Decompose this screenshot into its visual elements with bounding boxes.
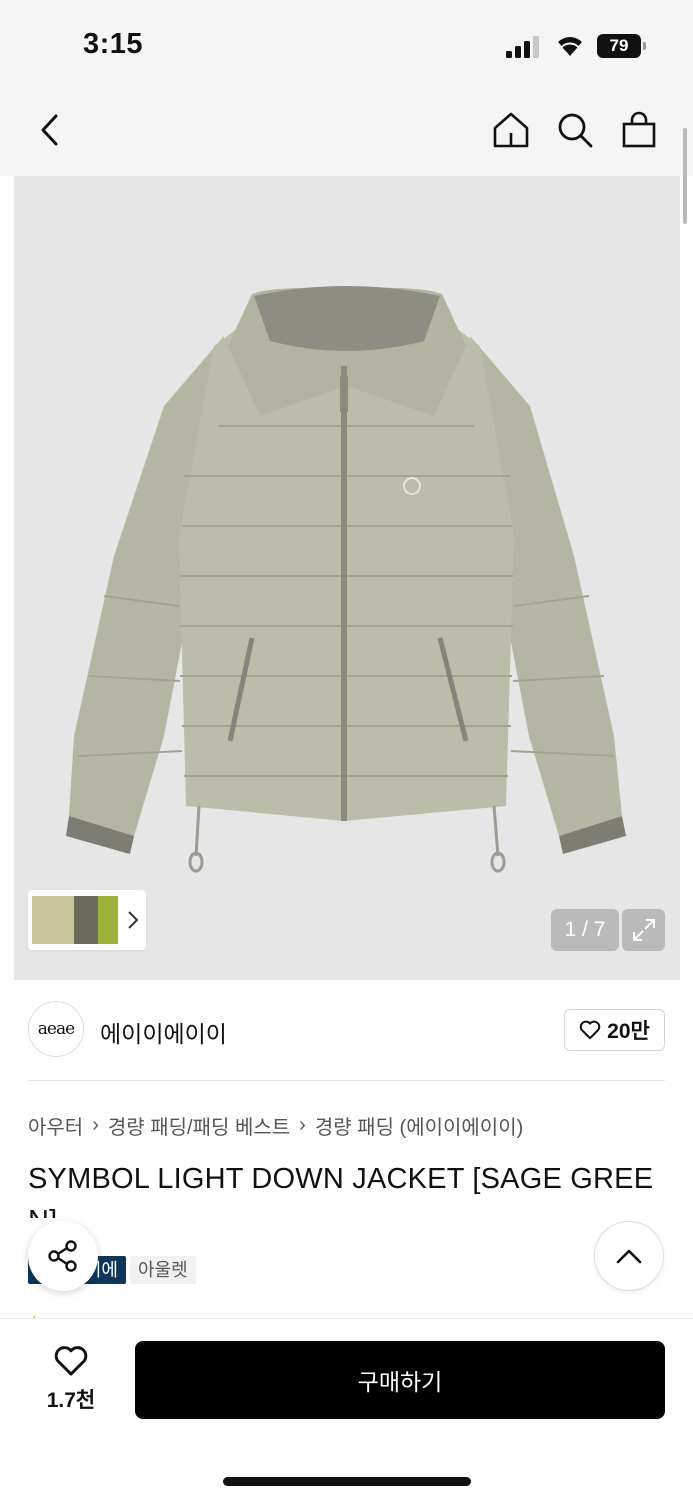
- share-icon: [48, 1240, 77, 1272]
- search-icon: [558, 113, 593, 148]
- home-indicator: [223, 1477, 471, 1486]
- breadcrumb: 아우터 › 경량 패딩/패딩 베스트 › 경량 패딩 (에이이에이이): [28, 1111, 523, 1140]
- breadcrumb-item-brand-category[interactable]: 경량 패딩 (에이이에이이): [315, 1111, 523, 1140]
- wish-button[interactable]: 1.7천: [36, 1345, 106, 1414]
- tag-outlet[interactable]: 아울렛: [130, 1256, 196, 1284]
- chevron-right-icon: [128, 911, 139, 929]
- image-page-indicator: 1 / 7: [551, 909, 619, 951]
- expand-icon: [632, 919, 655, 941]
- buy-button[interactable]: 구매하기: [135, 1341, 665, 1419]
- breadcrumb-item-light-padding[interactable]: 경량 패딩/패딩 베스트: [108, 1111, 290, 1140]
- brand-like-button[interactable]: 20만: [564, 1009, 665, 1051]
- breadcrumb-separator-icon: ›: [92, 1114, 99, 1136]
- scroll-to-top-button[interactable]: [594, 1221, 664, 1291]
- thumbnail-strip[interactable]: [28, 890, 146, 950]
- signal-icon: [506, 36, 539, 58]
- expand-button[interactable]: [622, 909, 665, 951]
- battery-level: 79: [597, 34, 641, 58]
- brand-like-count: 20만: [607, 1020, 650, 1043]
- top-nav: [0, 92, 693, 176]
- wish-count: 1.7천: [46, 1389, 96, 1412]
- scrollbar[interactable]: [683, 128, 687, 224]
- bottom-action-bar: 1.7천 구매하기: [0, 1318, 693, 1500]
- cart-button[interactable]: [619, 110, 659, 150]
- breadcrumb-separator-icon: ›: [299, 1114, 306, 1136]
- status-time: 3:15: [83, 28, 144, 60]
- thumbnail-2[interactable]: [74, 896, 98, 944]
- shopping-bag-icon: [622, 111, 656, 148]
- brand-name[interactable]: 에이이에이이: [100, 1015, 227, 1049]
- chevron-up-icon: [616, 1249, 642, 1264]
- search-button[interactable]: [555, 110, 595, 150]
- status-bar: 3:15 79: [0, 0, 693, 92]
- share-button[interactable]: [28, 1221, 98, 1291]
- brand-row[interactable]: aeae 에이이에이이 20만: [28, 1001, 665, 1059]
- heart-icon: [579, 1020, 601, 1040]
- product-image-gallery[interactable]: 1 / 7: [14, 176, 680, 980]
- product-image: [66, 286, 626, 873]
- product-title: SYMBOL LIGHT DOWN JACKET [SAGE GREEN]: [28, 1163, 654, 1218]
- chevron-left-icon: [41, 114, 58, 146]
- heart-icon: [54, 1346, 88, 1376]
- thumbnail-3[interactable]: [98, 896, 118, 944]
- breadcrumb-item-outer[interactable]: 아우터: [28, 1111, 83, 1140]
- back-button[interactable]: [30, 110, 70, 150]
- wifi-icon: [558, 37, 582, 56]
- divider: [28, 1080, 665, 1081]
- brand-logo[interactable]: aeae: [28, 1001, 84, 1057]
- home-button[interactable]: [491, 110, 531, 150]
- home-icon: [493, 112, 529, 148]
- thumbnail-1[interactable]: [32, 896, 74, 944]
- battery-icon: 79: [597, 34, 647, 58]
